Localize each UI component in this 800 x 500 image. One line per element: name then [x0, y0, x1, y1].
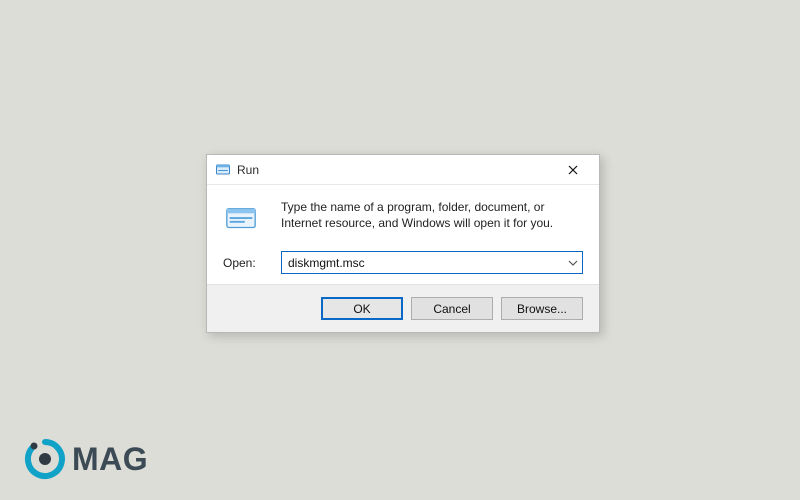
cancel-button[interactable]: Cancel — [411, 297, 493, 320]
close-button[interactable] — [553, 158, 593, 182]
watermark-logo: MAG — [24, 438, 148, 480]
close-icon — [568, 165, 578, 175]
watermark-text: MAG — [72, 441, 148, 478]
run-icon — [215, 162, 231, 178]
dialog-body: Type the name of a program, folder, docu… — [207, 185, 599, 284]
pmag-logo-icon — [24, 438, 66, 480]
ok-button[interactable]: OK — [321, 297, 403, 320]
button-row: OK Cancel Browse... — [207, 284, 599, 332]
run-dialog: Run Type the name of a program, folder, … — [206, 154, 600, 333]
dialog-title: Run — [237, 163, 553, 177]
dialog-description: Type the name of a program, folder, docu… — [281, 199, 583, 231]
browse-button[interactable]: Browse... — [501, 297, 583, 320]
run-program-icon — [223, 201, 259, 237]
open-label: Open: — [223, 256, 275, 270]
open-combobox[interactable] — [281, 251, 583, 274]
titlebar: Run — [207, 155, 599, 185]
open-input[interactable] — [281, 251, 583, 274]
